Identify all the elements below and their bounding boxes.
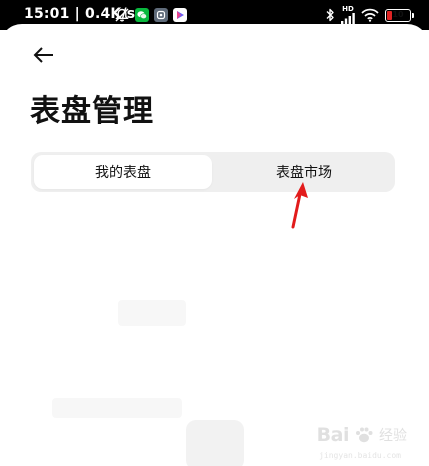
wifi-icon bbox=[361, 8, 379, 22]
tab-switcher: 我的表盘 表盘市场 bbox=[31, 152, 395, 192]
battery-tip bbox=[412, 12, 414, 18]
wechat-icon bbox=[135, 8, 149, 22]
mute-off-icon bbox=[115, 8, 129, 22]
placeholder-tile bbox=[186, 420, 244, 466]
battery-level: 10 bbox=[392, 9, 404, 19]
arrow-left-icon bbox=[33, 47, 53, 63]
hd-label: HD bbox=[342, 5, 354, 13]
watermark-text: 经验 bbox=[379, 428, 407, 444]
bluetooth-icon bbox=[326, 8, 334, 22]
watch-face-manager-screen: 15:01 | 0.4K/s HD 10 表盘管理 我的表盘 表盘市场 Bai … bbox=[0, 0, 429, 466]
placeholder-block bbox=[118, 300, 186, 326]
watermark-brand: Bai bbox=[316, 424, 350, 446]
tab-my-watch-faces[interactable]: 我的表盘 bbox=[34, 155, 212, 189]
placeholder-block bbox=[52, 398, 182, 418]
page-title: 表盘管理 bbox=[30, 94, 154, 129]
battery-icon: 10 bbox=[385, 8, 414, 22]
status-icons-right: HD 10 bbox=[325, 6, 414, 24]
status-icons-left bbox=[114, 6, 187, 24]
watermark: Bai 经验 bbox=[317, 424, 407, 446]
paw-icon bbox=[356, 427, 373, 443]
signal-icon bbox=[341, 13, 355, 24]
app-icon bbox=[154, 8, 168, 22]
back-button[interactable] bbox=[28, 40, 60, 70]
red-arrow-icon bbox=[291, 182, 308, 229]
signal-group: HD bbox=[341, 6, 355, 24]
watermark-url: jingyan.baidu.com bbox=[319, 451, 401, 460]
play-store-icon bbox=[173, 8, 187, 22]
